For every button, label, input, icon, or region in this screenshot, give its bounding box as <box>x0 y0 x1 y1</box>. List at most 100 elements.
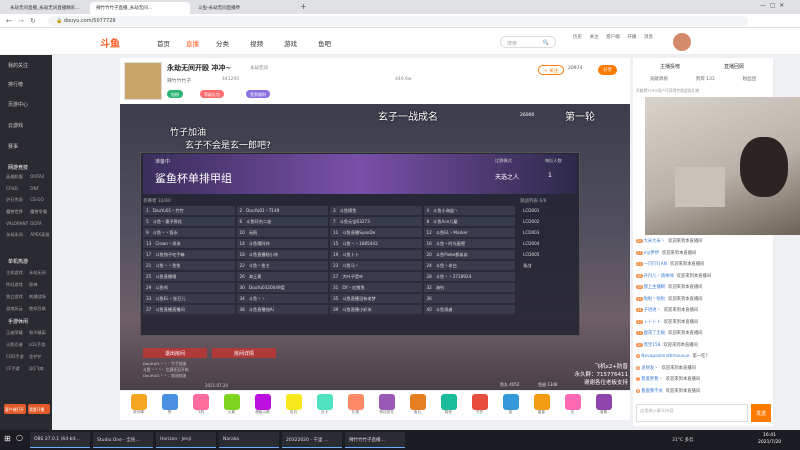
sidebar-game[interactable]: CS:GO <box>30 197 50 203</box>
sidebar-section-mobile[interactable]: 手游休闲 <box>8 318 28 325</box>
site-logo[interactable]: 斗鱼 <box>100 35 120 50</box>
player-slot[interactable]: 26 海王素 <box>236 272 328 281</box>
player-slot[interactable]: 4 斗鱼小海盗丶 <box>423 206 515 215</box>
player-slot[interactable]: 30 DouYu0320049度 <box>236 283 328 292</box>
chat-username[interactable]: 发财发丶 <box>641 366 658 371</box>
start-live-button[interactable]: 我要开播 <box>28 404 50 414</box>
taskbar-app[interactable]: Naraka <box>219 432 279 448</box>
weather-widget[interactable]: 31°C 多云 <box>672 437 694 443</box>
sidebar-game[interactable]: 刺激战场 <box>29 294 50 300</box>
gift-item[interactable]: 赞 <box>157 394 182 415</box>
taskbar-app[interactable]: 20322020 - 千里 ... <box>282 432 342 448</box>
sidebar-game[interactable]: 和平精英 <box>29 330 50 336</box>
browser-tab[interactable]: 斗鱼-永劫无间直播界 <box>192 2 292 14</box>
streamer-name[interactable]: 辣竹竹竹子 <box>167 77 191 84</box>
gift-item[interactable]: 荧光棒 <box>126 394 151 415</box>
gift-item[interactable]: 花 <box>560 394 585 415</box>
taskbar-search-icon[interactable]: ○ <box>16 433 30 447</box>
nav-back-icon[interactable]: ← <box>6 17 12 25</box>
player-slot[interactable]: 29 斗鱼鸡 <box>143 283 235 292</box>
sidebar-game[interactable]: 怀旧游戏 <box>6 282 27 288</box>
observer-slot[interactable]: LCD003 <box>520 228 576 237</box>
sidebar-game[interactable]: 火影忍者 <box>6 342 27 348</box>
player-slot[interactable]: 24 斗鱼丶老白 <box>423 261 515 270</box>
broadcast-icon[interactable]: 开播 <box>627 34 636 40</box>
browser-tab-active[interactable]: 辣竹竹竹子直播_永劫无间... <box>90 2 190 14</box>
player-slot[interactable]: 5 斗鱼丶妻子胖花 <box>143 217 235 226</box>
sidebar-game[interactable]: CFHD <box>6 186 28 191</box>
observer-slot[interactable]: LCD005 <box>520 250 576 259</box>
player-slot[interactable]: 17 斗鱼独子吃手嘛 <box>143 250 235 259</box>
observer-slot[interactable]: 观战 <box>520 261 576 270</box>
search-input[interactable]: 搜索 🔍 <box>500 36 556 48</box>
chat-username[interactable]: 我上主播啊 <box>644 285 665 290</box>
tag-checkin[interactable]: 签到福利 <box>246 90 270 98</box>
player-slot[interactable]: 28 斗鱼丶丶3718924 <box>423 272 515 281</box>
chat-username[interactable]: 开丹儿丶请帅帅 <box>644 274 674 279</box>
chat-username[interactable]: 大米大米丶 <box>644 239 665 244</box>
sidebar-game[interactable]: QQ飞车 <box>29 366 50 372</box>
chat-username[interactable]: 黑宝158 <box>644 343 661 348</box>
player-slot[interactable]: 40 斗鱼观者 <box>423 305 515 314</box>
player-slot[interactable]: 23 斗鱼马丶 <box>330 261 422 270</box>
level-tag[interactable]: 钻粉 <box>167 90 183 98</box>
sidebar-game[interactable]: 战地风云 <box>6 306 27 312</box>
sidebar-item-cloudgame[interactable]: 云游戏 <box>8 122 23 129</box>
url-field[interactable]: 🔒 douyu.com/5077729 <box>48 16 748 26</box>
nav-home[interactable]: 首页 <box>157 38 170 48</box>
rank-tab-weekly[interactable]: 贡献周榜 <box>650 76 668 82</box>
player-slot[interactable]: 31 DY丶红猪鱼 <box>330 283 422 292</box>
sidebar-game[interactable]: DOTA2 <box>30 174 50 180</box>
sidebar-item-follow[interactable]: 我的关注 <box>8 62 28 69</box>
player-slot[interactable]: 20 斗鱼Pioke都弟弟 <box>423 250 515 259</box>
new-tab-icon[interactable]: + <box>300 2 307 11</box>
user-avatar[interactable] <box>673 33 691 51</box>
nav-live[interactable]: 直播 <box>186 38 199 48</box>
observer-slot[interactable]: LCD004 <box>520 239 576 248</box>
player-slot[interactable]: 16 斗鱼丶时光蛋壁 <box>423 239 515 248</box>
share-button[interactable]: 分享 <box>598 65 617 75</box>
exit-room-button[interactable]: 退出房间 <box>143 348 207 358</box>
sidebar-game[interactable]: 魔兽争霸 <box>30 209 50 215</box>
gift-item[interactable]: 鱼丸 <box>405 394 430 415</box>
sidebar-item-esports[interactable]: 赛事 <box>8 143 18 150</box>
sidebar-game[interactable]: 永劫无间 <box>29 270 50 276</box>
window-controls[interactable]: — ▢ ✕ <box>760 2 784 9</box>
taskbar-app[interactable]: 辣竹竹竹子直播... <box>345 432 405 448</box>
gift-item[interactable]: 陪伴 <box>436 394 461 415</box>
player-slot[interactable]: 8 斗鱼Ace儿童 <box>423 217 515 226</box>
player-slot[interactable]: 11 斗鱼直播SyanDe <box>330 228 422 237</box>
taskbar-app[interactable]: Studio One - 全民... <box>93 432 153 448</box>
chat-username[interactable]: 卜卜卜卜 <box>644 320 661 325</box>
open-client-button[interactable]: 客户端打开 <box>4 404 26 414</box>
player-slot[interactable]: 39 斗鱼直播小虾米 <box>330 305 422 314</box>
sidebar-game[interactable]: 原神 <box>29 282 50 288</box>
streamer-avatar[interactable] <box>124 62 162 100</box>
sidebar-section-single[interactable]: 单机热游 <box>8 258 28 265</box>
nav-fishbar[interactable]: 鱼吧 <box>318 38 331 48</box>
room-category[interactable]: 永劫无间 <box>250 65 268 71</box>
sidebar-game[interactable]: DNF <box>30 186 50 191</box>
player-slot[interactable]: 13 Clown丶采采 <box>143 239 235 248</box>
gift-item[interactable]: 粉丝荧光 <box>374 394 399 415</box>
client-icon[interactable]: 客户端 <box>606 34 620 40</box>
player-slot[interactable]: 7 斗鱼元宝63273 <box>330 217 422 226</box>
sidebar-game[interactable]: COD手游 <box>6 354 27 360</box>
player-slot[interactable]: 27 大叶子是叶 <box>330 272 422 281</box>
tab-live-replay[interactable]: 直播回顾 <box>724 63 744 70</box>
player-slot[interactable]: 2 DouYu01丶T149 <box>236 206 328 215</box>
chat-send-button[interactable]: 发送 <box>751 404 771 422</box>
tab-anchor-rank[interactable]: 主播投榜 <box>660 63 680 70</box>
windows-start-icon[interactable]: ⊞ <box>4 434 11 443</box>
gift-item[interactable]: 飞机 <box>188 394 213 415</box>
sidebar-game[interactable]: 金铲铲 <box>29 354 50 360</box>
player-slot[interactable]: 38 斗鱼直播加Ai <box>236 305 328 314</box>
chat-username[interactable]: 我爱胖我丶 <box>641 377 662 382</box>
player-slot[interactable]: 10 无痕 <box>236 228 328 237</box>
sidebar-game[interactable]: 魔兽世界 <box>6 209 28 215</box>
gift-item[interactable]: 火箭 <box>219 394 244 415</box>
chat-username[interactable]: 看鹿我不关 <box>641 389 662 394</box>
player-slot[interactable]: 37 斗鱼直播直播间 <box>143 305 235 314</box>
taskbar-app[interactable]: Horizon - Jenji <box>156 432 216 448</box>
history-icon[interactable]: 历史 <box>573 34 582 40</box>
